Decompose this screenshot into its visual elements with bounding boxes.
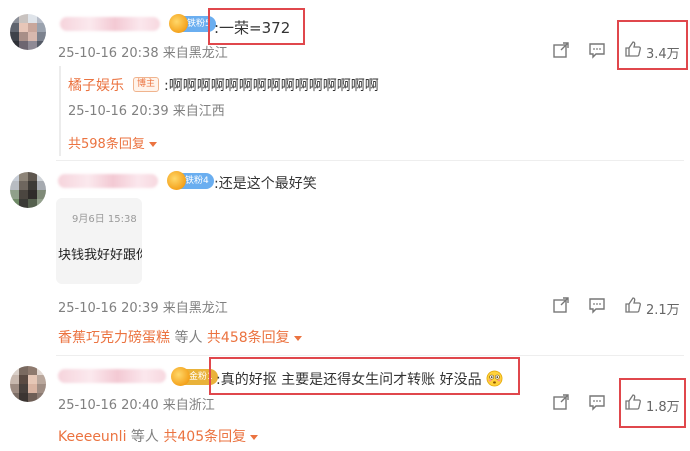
replier-name[interactable]: Keeeeunli	[58, 429, 126, 445]
fan-badge-icon	[171, 367, 190, 386]
chevron-down-icon	[250, 434, 259, 440]
avatar[interactable]	[10, 366, 46, 402]
username-blurred[interactable]	[58, 369, 166, 383]
image-caption: 块钱我好好跟你	[58, 248, 142, 263]
replier-name[interactable]: 香蕉巧克力磅蛋糕	[58, 330, 170, 346]
highlight-box	[617, 20, 688, 70]
chevron-down-icon	[293, 335, 302, 341]
fan-badge-icon	[169, 14, 188, 33]
comment-icon[interactable]	[588, 41, 606, 59]
chevron-down-icon	[148, 142, 157, 147]
fan-badge: 铁粉4	[167, 171, 214, 190]
reply-text: :啊啊啊啊啊啊啊啊啊啊啊啊啊啊啊	[164, 78, 379, 94]
reply-indent-line	[59, 66, 61, 156]
share-icon[interactable]	[552, 393, 570, 411]
comment-text: :还是这个最好笑	[214, 176, 317, 192]
comment-meta: 25-10-16 20:38 来自黑龙江	[58, 46, 228, 61]
share-icon[interactable]	[552, 296, 570, 314]
comment-list: 铁粉5 :一荣=372 25-10-16 20:38 来自黑龙江 3.4万 橘子…	[0, 0, 690, 451]
reply-meta: 25-10-16 20:39 来自江西	[68, 104, 225, 119]
thumbs-up-icon[interactable]	[624, 296, 642, 314]
comment-icon[interactable]	[588, 296, 606, 314]
highlight-box	[208, 8, 305, 45]
username-blurred[interactable]	[60, 17, 160, 31]
comment-meta: 25-10-16 20:40 来自浙江	[58, 398, 215, 413]
replies-summary[interactable]: Keeeeunli 等人 共405条回复	[58, 426, 259, 446]
reply-count-label: 共598条回复	[68, 137, 145, 152]
fan-badge-label: 铁粉4	[185, 176, 209, 186]
username-blurred[interactable]	[58, 174, 158, 188]
reply-count-link[interactable]: 共598条回复	[68, 133, 157, 152]
fan-badge-icon	[167, 171, 186, 190]
share-icon[interactable]	[552, 41, 570, 59]
replies-summary[interactable]: 香蕉巧克力磅蛋糕 等人 共458条回复	[58, 327, 302, 347]
comment-meta: 25-10-16 20:39 来自黑龙江	[58, 301, 228, 316]
highlight-box	[619, 378, 686, 428]
reply-count-link[interactable]: 共458条回复	[207, 330, 290, 346]
highlight-box	[209, 357, 520, 395]
divider	[56, 160, 684, 161]
image-time: 9月6日 15:38	[72, 214, 137, 225]
comment-icon[interactable]	[588, 393, 606, 411]
reply-author[interactable]: 橘子娱乐	[68, 75, 124, 95]
avatar[interactable]	[10, 14, 46, 50]
blogger-tag: 博主	[133, 77, 160, 92]
comment-image[interactable]: 9月6日 15:38 块钱我好好跟你	[56, 198, 142, 284]
like-count: 2.1万	[646, 303, 680, 318]
reply-count-link[interactable]: 共405条回复	[163, 429, 246, 445]
avatar[interactable]	[10, 172, 46, 208]
divider	[56, 355, 684, 356]
replier-etc: 等人	[130, 429, 159, 445]
replier-etc: 等人	[174, 330, 203, 346]
